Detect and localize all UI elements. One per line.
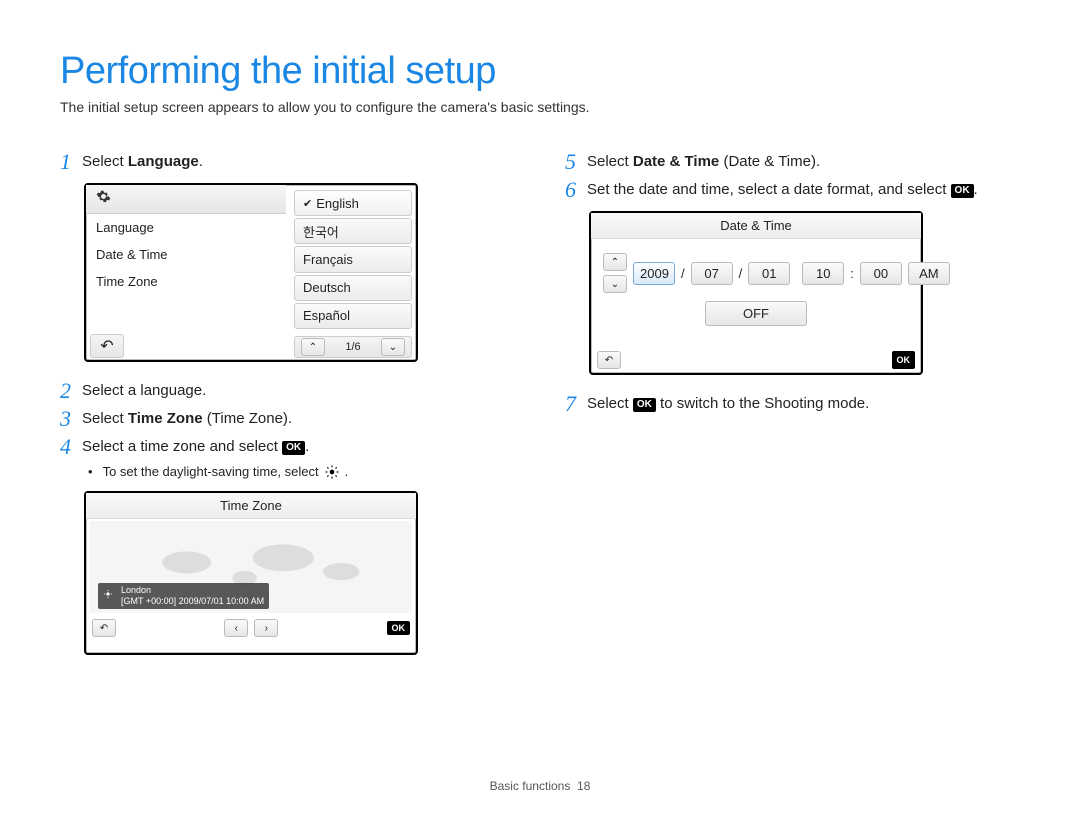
month-cell[interactable]: 07 (691, 262, 733, 285)
day-cell[interactable]: 01 (748, 262, 790, 285)
manual-page: Performing the initial setup The initial… (0, 0, 1080, 815)
spinner-controls: ⌃ ⌄ (603, 253, 627, 293)
ok-button[interactable]: OK (387, 621, 411, 635)
settings-header (86, 185, 286, 214)
pager: ⌃ 1/6 ⌄ (294, 336, 412, 358)
step-6-text: Set the date and time, select a date for… (587, 179, 978, 201)
menu-time-zone[interactable]: Time Zone (86, 268, 286, 295)
ok-icon: OK (951, 184, 974, 198)
page-title: Performing the initial setup (60, 50, 1020, 93)
dst-sun-icon (325, 465, 339, 479)
step-number: 5 (565, 151, 587, 173)
minute-cell[interactable]: 00 (860, 262, 902, 285)
timezone-title: Time Zone (86, 493, 416, 519)
up-icon[interactable]: ⌃ (603, 253, 627, 271)
step-3-text: Select Time Zone (Time Zone). (82, 408, 292, 430)
world-map[interactable]: London [GMT +00:00] 2009/07/01 10:00 AM (90, 521, 412, 613)
step-number: 3 (60, 408, 82, 430)
left-column: 1 Select Language. Language Date & Time … (60, 145, 515, 673)
datetime-title: Date & Time (591, 213, 921, 239)
ampm-cell[interactable]: AM (908, 262, 950, 285)
back-icon[interactable]: ↶ (92, 619, 116, 637)
timezone-screen: Time Zone London [GMT +00:00] 2009/07/01… (84, 491, 418, 655)
step-5-text: Select Date & Time (Date & Time). (587, 151, 820, 173)
step-7-text: Select OK to switch to the Shooting mode… (587, 393, 869, 415)
dst-sun-icon (103, 589, 117, 603)
step-1-text: Select Language. (82, 151, 203, 173)
option-deutsch[interactable]: Deutsch (294, 275, 412, 301)
language-options: English 한국어 Français Deutsch Español (294, 189, 412, 330)
step-7: 7 Select OK to switch to the Shooting mo… (565, 393, 1020, 415)
step-2-text: Select a language. (82, 380, 206, 402)
step-number: 1 (60, 151, 82, 173)
option-english[interactable]: English (294, 190, 412, 216)
ok-button[interactable]: OK (892, 351, 916, 369)
step-number: 7 (565, 393, 587, 415)
step-number: 4 (60, 436, 82, 458)
timezone-bottombar: ↶ ‹ › OK (86, 615, 416, 641)
option-espanol[interactable]: Español (294, 303, 412, 329)
option-francais[interactable]: Français (294, 246, 412, 272)
map-label: London [GMT +00:00] 2009/07/01 10:00 AM (98, 583, 269, 609)
option-korean[interactable]: 한국어 (294, 218, 412, 244)
right-column: 5 Select Date & Time (Date & Time). 6 Se… (565, 145, 1020, 673)
page-up-icon[interactable]: ⌃ (301, 338, 325, 356)
gear-icon (96, 189, 111, 209)
pager-text: 1/6 (345, 341, 360, 353)
step-number: 6 (565, 179, 587, 201)
step-number: 2 (60, 380, 82, 402)
next-icon[interactable]: › (254, 619, 278, 637)
step-3: 3 Select Time Zone (Time Zone). (60, 408, 515, 430)
back-icon[interactable]: ↶ (597, 351, 621, 369)
language-screen: Language Date & Time Time Zone English 한… (84, 183, 418, 362)
page-down-icon[interactable]: ⌄ (381, 338, 405, 356)
back-button[interactable]: ↶ (90, 334, 124, 358)
down-icon[interactable]: ⌄ (603, 275, 627, 293)
back-icon: ↶ (100, 336, 113, 356)
hour-cell[interactable]: 10 (802, 262, 844, 285)
dateformat-off-button[interactable]: OFF (705, 301, 807, 326)
step-1: 1 Select Language. (60, 151, 515, 173)
step-4: 4 Select a time zone and select OK. (60, 436, 515, 458)
ok-icon: OK (633, 398, 656, 412)
prev-icon[interactable]: ‹ (224, 619, 248, 637)
menu-language[interactable]: Language (86, 214, 286, 241)
step-4-text: Select a time zone and select OK. (82, 436, 309, 458)
step-2: 2 Select a language. (60, 380, 515, 402)
page-footer: Basic functions 18 (0, 779, 1080, 793)
datetime-row: ⌃ ⌄ 2009 / 07 / 01 10 : 00 AM (603, 253, 909, 293)
datetime-screen: Date & Time ⌃ ⌄ 2009 / 07 / 01 10 (589, 211, 923, 375)
ok-icon: OK (282, 441, 305, 455)
step-5: 5 Select Date & Time (Date & Time). (565, 151, 1020, 173)
datetime-bottombar: ↶ OK (591, 351, 921, 369)
menu-date-time[interactable]: Date & Time (86, 241, 286, 268)
datetime-body: ⌃ ⌄ 2009 / 07 / 01 10 : 00 AM O (591, 239, 921, 332)
year-cell[interactable]: 2009 (633, 262, 675, 285)
dst-bullet: To set the daylight-saving time, select … (88, 464, 515, 479)
intro-text: The initial setup screen appears to allo… (60, 99, 1020, 115)
step-6: 6 Set the date and time, select a date f… (565, 179, 1020, 201)
columns: 1 Select Language. Language Date & Time … (60, 145, 1020, 673)
